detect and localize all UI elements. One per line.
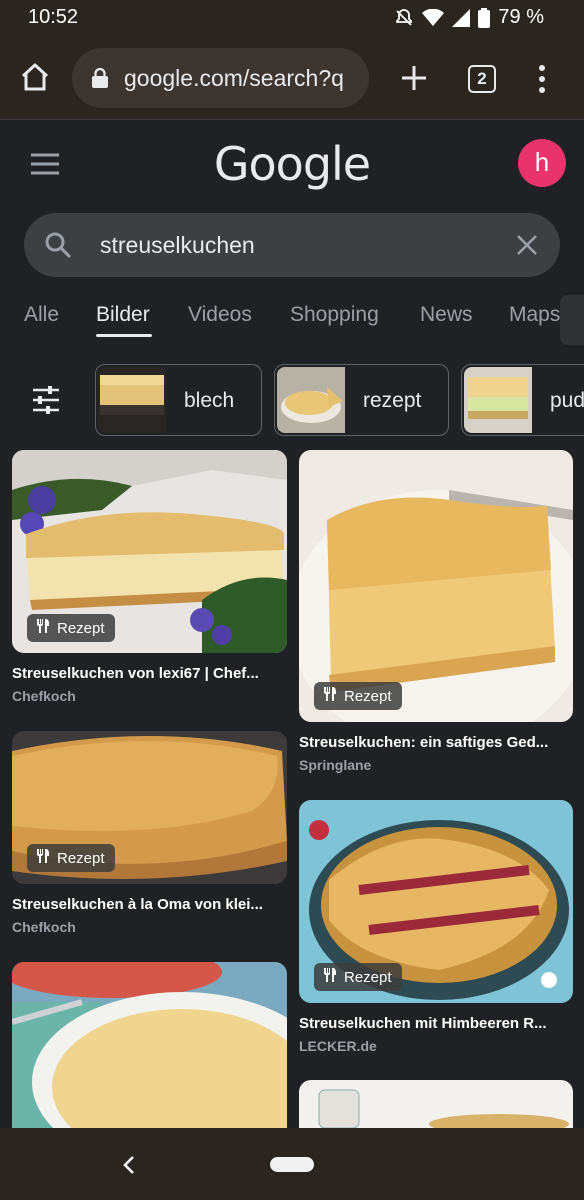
result-image[interactable]: Rezept [12,731,287,884]
signal-icon [452,8,471,27]
system-navigation-bar [0,1128,584,1200]
chip-thumbnail [98,367,166,433]
chip-blech[interactable]: blech [95,364,262,436]
plus-icon[interactable] [398,62,430,94]
result-title[interactable]: Streuselkuchen von lexi67 | Chef... [12,665,287,682]
close-icon[interactable] [516,234,538,261]
battery-percent: 79 % [498,6,544,28]
image-result[interactable] [12,962,287,1128]
result-title[interactable]: Streuselkuchen mit Himbeeren R... [299,1015,573,1032]
address-bar[interactable]: google.com/search?q [72,48,369,108]
recipe-badge: Rezept [27,844,115,872]
tab-shopping[interactable]: Shopping [290,303,379,327]
result-title[interactable]: Streuselkuchen: ein saftiges Ged... [299,734,573,751]
fork-knife-icon [35,618,51,638]
chip-label: rezept [363,389,422,412]
chip-rezept[interactable]: rezept [274,364,449,436]
url-text: google.com/search?q [124,65,344,91]
badge-label: Rezept [57,619,105,637]
tune-icon[interactable] [30,384,64,418]
image-result[interactable]: Rezept Streuselkuchen à la Oma von klei.… [12,731,287,941]
recipe-badge: Rezept [314,963,402,991]
fork-knife-icon [322,967,338,987]
result-image[interactable] [299,1080,573,1128]
tabs-overflow-fade [560,295,584,345]
active-tab-indicator [96,334,152,337]
image-result[interactable] [299,1080,573,1128]
image-result[interactable]: Rezept Streuselkuchen: ein saftiges Ged.… [299,450,573,780]
tab-news[interactable]: News [420,303,473,327]
wifi-icon [422,8,445,27]
image-result[interactable]: Rezept Streuselkuchen von lexi67 | Chef.… [12,450,287,710]
google-header: Google h [0,121,584,211]
browser-toolbar: google.com/search?q 2 [0,36,584,120]
mute-bell-icon [394,8,414,28]
chip-thumbnail [464,367,532,433]
result-image[interactable] [12,962,287,1128]
badge-label: Rezept [57,849,105,867]
search-input[interactable]: streuselkuchen [100,232,255,259]
result-image[interactable]: Rezept [299,450,573,722]
tab-maps[interactable]: Maps [509,303,560,327]
tab-videos[interactable]: Videos [188,303,252,327]
status-time: 10:52 [28,6,79,28]
avatar[interactable]: h [518,139,566,187]
google-logo[interactable]: Google [0,137,584,191]
result-source: LECKER.de [299,1038,377,1054]
result-title[interactable]: Streuselkuchen à la Oma von klei... [12,896,287,913]
lock-icon [92,67,108,93]
image-result[interactable]: Rezept Streuselkuchen mit Himbeeren R...… [299,800,573,1062]
refinement-chips: blech rezept pud [0,364,584,436]
more-vert-icon[interactable] [530,64,554,94]
search-box[interactable]: streuselkuchen [24,213,560,277]
status-icons: 79 % [394,6,544,29]
battery-icon [478,7,491,28]
result-source: Chefkoch [12,688,76,704]
badge-label: Rezept [344,687,392,705]
chip-pud[interactable]: pud [461,364,584,436]
result-source: Springlane [299,757,372,773]
tab-alle[interactable]: Alle [24,303,59,327]
home-pill[interactable] [270,1157,314,1172]
search-tabs: Alle Bilder Videos Shopping News Maps [0,295,584,345]
recipe-badge: Rezept [314,682,402,710]
result-image[interactable]: Rezept [12,450,287,653]
result-image[interactable]: Rezept [299,800,573,1003]
fork-knife-icon [322,686,338,706]
recipe-badge: Rezept [27,614,115,642]
tab-bilder[interactable]: Bilder [96,303,150,327]
home-icon[interactable] [18,60,54,96]
chip-label: blech [184,389,235,412]
chip-label: pud [550,389,584,412]
result-source: Chefkoch [12,919,76,935]
fork-knife-icon [35,848,51,868]
search-icon[interactable] [44,231,72,264]
back-icon[interactable] [120,1154,138,1181]
status-bar: 10:52 79 % [0,0,584,36]
chip-thumbnail [277,367,345,433]
badge-label: Rezept [344,968,392,986]
tab-switcher-button[interactable]: 2 [468,65,496,93]
